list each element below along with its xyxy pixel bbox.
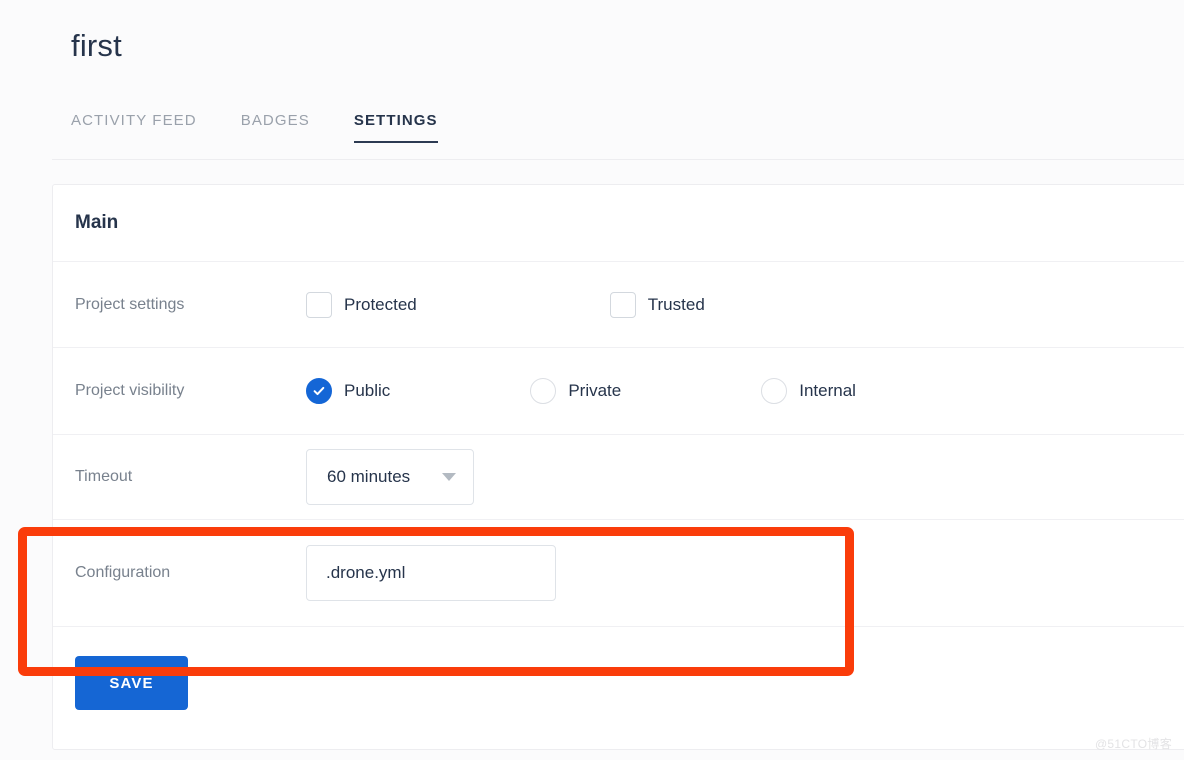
radio-public[interactable]: Public: [306, 378, 390, 404]
checkbox-protected-box[interactable]: [306, 291, 332, 318]
chevron-down-icon: [442, 473, 456, 481]
save-button[interactable]: SAVE: [75, 656, 188, 710]
tab-badges[interactable]: BADGES: [241, 112, 310, 143]
radio-private-label: Private: [568, 381, 622, 400]
configuration-label: Configuration: [75, 564, 171, 581]
radio-public-label: Public: [344, 381, 391, 400]
card-header: Main: [53, 185, 1184, 262]
tab-bar: ACTIVITY FEED BADGES SETTINGS: [52, 112, 1184, 160]
tab-settings[interactable]: SETTINGS: [353, 112, 438, 143]
radio-private-control[interactable]: [530, 378, 557, 404]
checkbox-trusted-label: Trusted: [647, 294, 705, 314]
tab-activity-feed-label: ACTIVITY FEED: [71, 112, 197, 129]
radio-private[interactable]: Private: [530, 378, 621, 404]
row-timeout: Timeout 60 minutes: [53, 435, 1184, 520]
row-actions: SAVE: [53, 627, 1184, 749]
radio-public-control[interactable]: [306, 378, 332, 404]
watermark: @51CTO博客: [1094, 737, 1172, 751]
timeout-label: Timeout: [75, 468, 133, 485]
project-settings-label: Project settings: [75, 295, 185, 313]
row-project-settings: Project settings Protected Trusted: [53, 262, 1184, 348]
row-configuration: Configuration: [53, 520, 1184, 627]
radio-internal-label: Internal: [799, 381, 856, 400]
check-icon: [313, 386, 325, 396]
timeout-select-value: 60 minutes: [327, 467, 411, 486]
tab-activity-feed[interactable]: ACTIVITY FEED: [71, 112, 197, 143]
configuration-input[interactable]: [306, 545, 556, 601]
checkbox-protected[interactable]: Protected: [306, 291, 417, 318]
checkbox-trusted[interactable]: Trusted: [609, 291, 705, 318]
checkbox-protected-label: Protected: [344, 294, 417, 314]
page-title: first: [71, 28, 122, 63]
project-visibility-options: Public Private Internal: [306, 378, 856, 404]
settings-card: Main Project settings Protected Trusted …: [52, 184, 1184, 750]
radio-internal-control[interactable]: [761, 378, 788, 404]
project-settings-options: Protected Trusted: [306, 291, 705, 318]
section-title: Main: [75, 212, 119, 233]
page-root: first ACTIVITY FEED BADGES SETTINGS Main…: [0, 0, 1184, 760]
tab-badges-label: BADGES: [240, 112, 310, 129]
project-visibility-label: Project visibility: [75, 382, 185, 399]
tab-settings-label: SETTINGS: [353, 112, 438, 129]
row-project-visibility: Project visibility Public Private Intern…: [53, 348, 1184, 435]
checkbox-trusted-box[interactable]: [609, 291, 636, 318]
timeout-select[interactable]: 60 minutes: [306, 449, 474, 505]
radio-internal[interactable]: Internal: [761, 378, 856, 404]
